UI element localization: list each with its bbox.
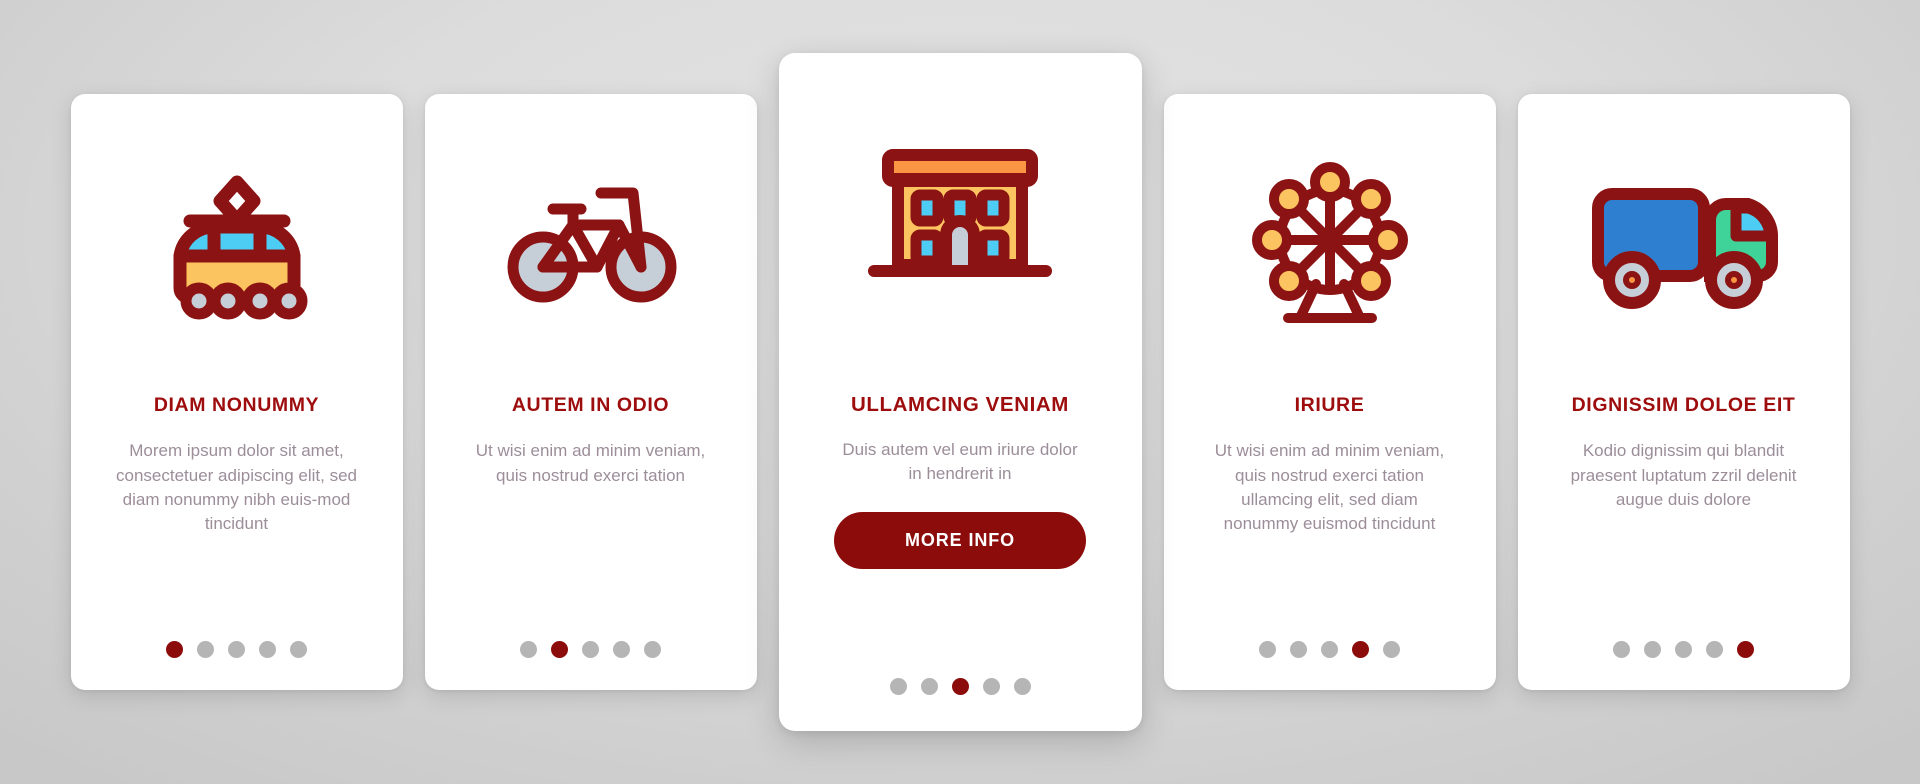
pagination-dots-2[interactable]	[425, 641, 757, 658]
card-illustration-1	[85, 94, 389, 394]
tram-icon	[142, 164, 332, 324]
pagination-dot[interactable]	[1383, 641, 1400, 658]
pagination-dot[interactable]	[1352, 641, 1369, 658]
pagination-dot[interactable]	[920, 678, 938, 695]
building-icon	[860, 143, 1060, 303]
pagination-dot[interactable]	[1321, 641, 1338, 658]
card-description-1: Morem ipsum dolor sit amet, consectetuer…	[116, 441, 357, 533]
pagination-dot[interactable]	[197, 641, 214, 658]
pagination-dots-3[interactable]	[779, 678, 1142, 695]
pagination-dot[interactable]	[889, 678, 907, 695]
card-illustration-3	[793, 53, 1128, 393]
pagination-dot[interactable]	[644, 641, 661, 658]
onboarding-card-2[interactable]: AUTEM IN ODIO Ut wisi enim ad minim veni…	[424, 94, 757, 690]
onboarding-card-4[interactable]: IRIURE Ut wisi enim ad minim veniam, qui…	[1163, 94, 1496, 690]
card-description-4: Ut wisi enim ad minim veniam, quis nostr…	[1214, 441, 1445, 533]
onboarding-card-row: DIAM NONUMMY Morem ipsum dolor sit amet,…	[0, 0, 1920, 784]
onboarding-card-1[interactable]: DIAM NONUMMY Morem ipsum dolor sit amet,…	[70, 94, 403, 690]
card-title-5: DIGNISSIM DOLOE EIT	[1571, 394, 1796, 416]
pagination-dot[interactable]	[1013, 678, 1031, 695]
pagination-dot[interactable]	[1675, 641, 1692, 658]
card-illustration-4	[1178, 94, 1482, 394]
card-illustration-2	[439, 94, 743, 394]
pagination-dots-5[interactable]	[1518, 641, 1850, 658]
pagination-dot[interactable]	[951, 678, 969, 695]
pagination-dot[interactable]	[1290, 641, 1307, 658]
pagination-dot[interactable]	[982, 678, 1000, 695]
pagination-dot[interactable]	[228, 641, 245, 658]
card-illustration-5	[1532, 94, 1836, 394]
onboarding-card-3[interactable]: ULLAMCING VENIAM Duis autem vel eum iriu…	[778, 53, 1142, 731]
card-description-3: Duis autem vel eum iriure dolor in hendr…	[842, 439, 1078, 483]
pagination-dot[interactable]	[1737, 641, 1754, 658]
onboarding-card-5[interactable]: DIGNISSIM DOLOE EIT Kodio dignissim qui …	[1517, 94, 1850, 690]
card-title-2: AUTEM IN ODIO	[511, 394, 670, 416]
card-title-3: ULLAMCING VENIAM	[850, 393, 1069, 416]
ferris-wheel-icon	[1244, 158, 1416, 330]
card-description-5: Kodio dignissim qui blandit praesent lup…	[1570, 441, 1797, 509]
pagination-dot[interactable]	[166, 641, 183, 658]
pagination-dot[interactable]	[1644, 641, 1661, 658]
pagination-dots-1[interactable]	[71, 641, 403, 658]
pagination-dot[interactable]	[551, 641, 568, 658]
delivery-truck-icon	[1584, 174, 1784, 314]
pagination-dot[interactable]	[259, 641, 276, 658]
pagination-dot[interactable]	[1706, 641, 1723, 658]
card-description-2: Ut wisi enim ad minim veniam, quis nostr…	[475, 441, 706, 485]
pagination-dot[interactable]	[613, 641, 630, 658]
card-title-4: IRIURE	[1294, 394, 1365, 416]
pagination-dot[interactable]	[582, 641, 599, 658]
card-title-1: DIAM NONUMMY	[153, 394, 320, 416]
pagination-dot[interactable]	[1613, 641, 1630, 658]
pagination-dot[interactable]	[520, 641, 537, 658]
onboarding-screens-stage: DIAM NONUMMY Morem ipsum dolor sit amet,…	[0, 0, 1920, 784]
more-info-button[interactable]: MORE INFO	[834, 511, 1086, 569]
pagination-dots-4[interactable]	[1164, 641, 1496, 658]
pagination-dot[interactable]	[1259, 641, 1276, 658]
bicycle-icon	[501, 169, 681, 319]
pagination-dot[interactable]	[290, 641, 307, 658]
